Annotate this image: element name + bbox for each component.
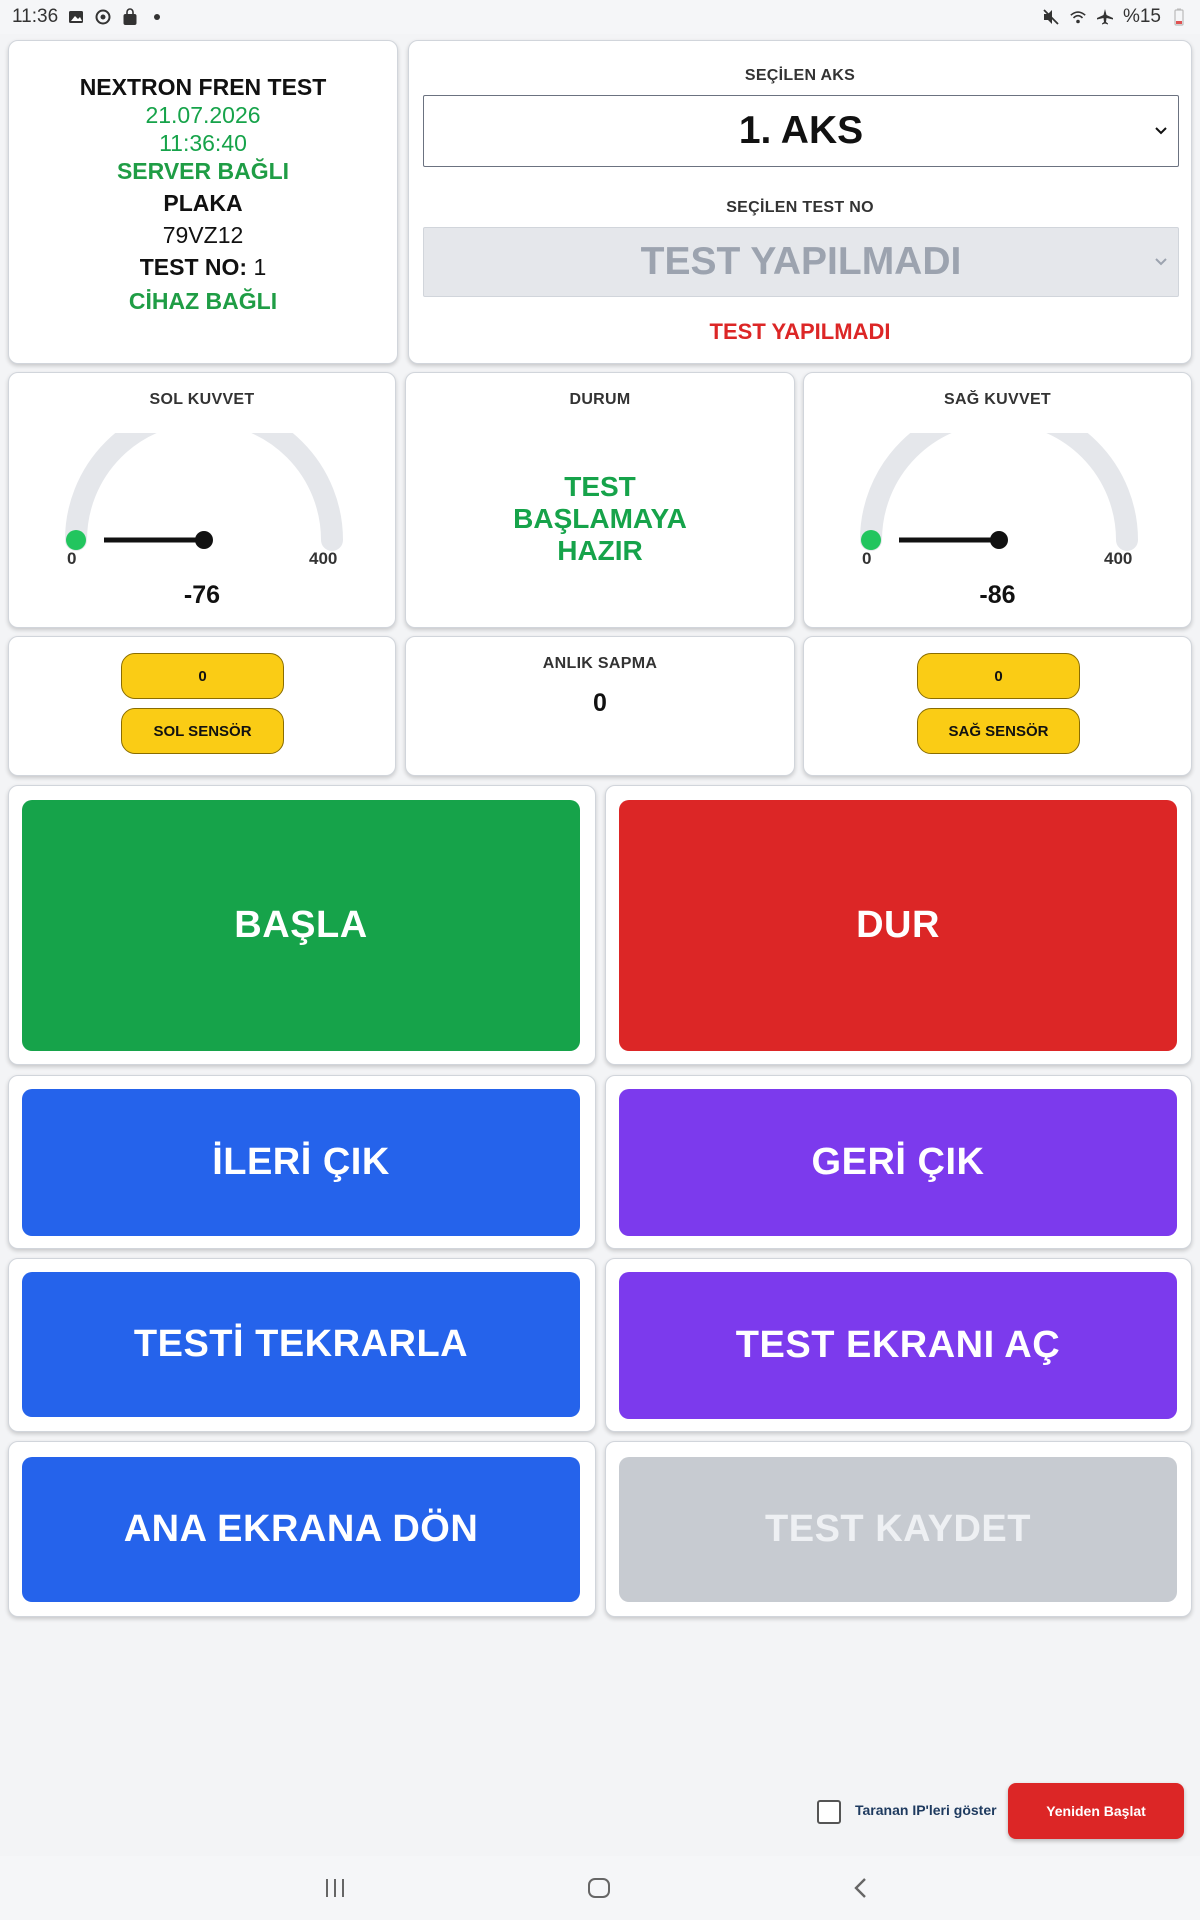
battery-icon	[1170, 8, 1188, 26]
sync-icon	[94, 8, 112, 26]
save-test-button[interactable]: TEST KAYDET	[619, 1457, 1177, 1602]
right-gauge-max: 400	[1104, 549, 1133, 568]
status-line-2: BAŞLAMAYA	[513, 503, 687, 534]
right-sensor-button[interactable]: SAĞ SENSÖR	[917, 708, 1080, 754]
plate-value: 79VZ12	[162, 222, 244, 248]
left-gauge-hub	[195, 531, 213, 549]
left-force-gauge	[65, 433, 343, 551]
show-ips-label[interactable]: Taranan IP'leri göster	[855, 1802, 997, 1818]
image-icon	[67, 8, 85, 26]
left-force-card: SOL KUVVET 0 400 -76	[8, 372, 396, 628]
test-no-select[interactable]: TEST YAPILMADI	[423, 227, 1179, 297]
status-message: TEST BAŞLAMAYA HAZIR	[406, 471, 794, 567]
repeat-test-button[interactable]: TESTİ TEKRARLA	[22, 1272, 580, 1417]
axle-select[interactable]: 1. AKS	[423, 95, 1179, 167]
app-title: NEXTRON FREN TEST	[79, 74, 327, 100]
left-gauge-max: 400	[309, 549, 338, 568]
right-gauge-start-dot	[861, 530, 881, 550]
right-gauge-min: 0	[862, 549, 872, 568]
status-line-3: HAZIR	[557, 535, 643, 566]
test-no-select-label: SEÇİLEN TEST NO	[726, 199, 874, 216]
info-card: NEXTRON FREN TEST 21.07.2026 11:36:40 SE…	[8, 40, 398, 364]
test-status-text: TEST YAPILMADI	[709, 319, 891, 344]
test-no-value: 1	[253, 254, 267, 280]
show-ips-checkbox[interactable]	[817, 1800, 841, 1824]
test-no-label: TEST NO:	[139, 254, 248, 280]
selection-card: SEÇİLEN AKS 1. AKS SEÇİLEN TEST NO TEST …	[408, 40, 1192, 364]
left-sensor-button[interactable]: SOL SENSÖR	[121, 708, 284, 754]
test-no-row: TEST NO: 1	[9, 253, 397, 281]
right-force-value: -86	[979, 581, 1016, 609]
home-button[interactable]: ANA EKRANA DÖN	[22, 1457, 580, 1602]
right-gauge-hub	[990, 531, 1008, 549]
right-force-gauge	[860, 433, 1138, 551]
left-gauge-start-dot	[66, 530, 86, 550]
axle-label: SEÇİLEN AKS	[744, 67, 856, 84]
info-time: 11:36:40	[159, 130, 247, 156]
open-test-screen-button[interactable]: TEST EKRANI AÇ	[619, 1272, 1177, 1419]
right-sensor-value: 0	[917, 653, 1080, 699]
recent-apps-icon[interactable]	[323, 1876, 347, 1900]
restart-button[interactable]: Yeniden Başlat	[1008, 1783, 1184, 1839]
home-nav-icon[interactable]	[586, 1876, 612, 1900]
info-date: 21.07.2026	[145, 102, 261, 128]
device-status: CİHAZ BAĞLI	[128, 288, 278, 314]
status-bar: 11:36 %15	[0, 0, 1200, 34]
left-sensor-value: 0	[121, 653, 284, 699]
plate-label: PLAKA	[163, 190, 243, 216]
back-nav-icon[interactable]	[851, 1876, 871, 1900]
forward-button[interactable]: İLERİ ÇIK	[22, 1089, 580, 1236]
mute-icon	[1042, 8, 1060, 26]
chevron-down-icon	[1155, 258, 1167, 266]
server-status: SERVER BAĞLI	[116, 158, 290, 184]
deviation-label: ANLIK SAPMA	[542, 655, 658, 672]
left-force-label: SOL KUVVET	[149, 391, 255, 408]
dot-icon	[148, 8, 166, 26]
wifi-icon	[1069, 8, 1087, 26]
left-gauge-min: 0	[67, 549, 77, 568]
deviation-value: 0	[593, 689, 607, 717]
bag-icon	[121, 8, 139, 26]
airplane-icon	[1096, 8, 1114, 26]
battery-percent: %15	[1122, 6, 1161, 27]
test-no-select-value: TEST YAPILMADI	[640, 240, 962, 283]
stop-button[interactable]: DUR	[619, 800, 1177, 1051]
deviation-card: ANLIK SAPMA 0	[405, 636, 795, 776]
status-card: DURUM TEST BAŞLAMAYA HAZIR	[405, 372, 795, 628]
right-sensor-card: 0 SAĞ SENSÖR	[803, 636, 1192, 776]
axle-select-value: 1. AKS	[738, 109, 864, 152]
start-button[interactable]: BAŞLA	[22, 800, 580, 1051]
status-line-1: TEST	[564, 471, 636, 502]
left-sensor-card: 0 SOL SENSÖR	[8, 636, 396, 776]
system-navigation-bar	[0, 1856, 1200, 1920]
right-force-label: SAĞ KUVVET	[943, 391, 1051, 408]
status-label: DURUM	[569, 391, 631, 408]
left-force-value: -76	[183, 581, 221, 609]
right-force-card: SAĞ KUVVET 0 400 -86	[803, 372, 1192, 628]
back-button[interactable]: GERİ ÇIK	[619, 1089, 1177, 1236]
status-time: 11:36	[12, 6, 59, 27]
chevron-down-icon	[1155, 127, 1167, 135]
